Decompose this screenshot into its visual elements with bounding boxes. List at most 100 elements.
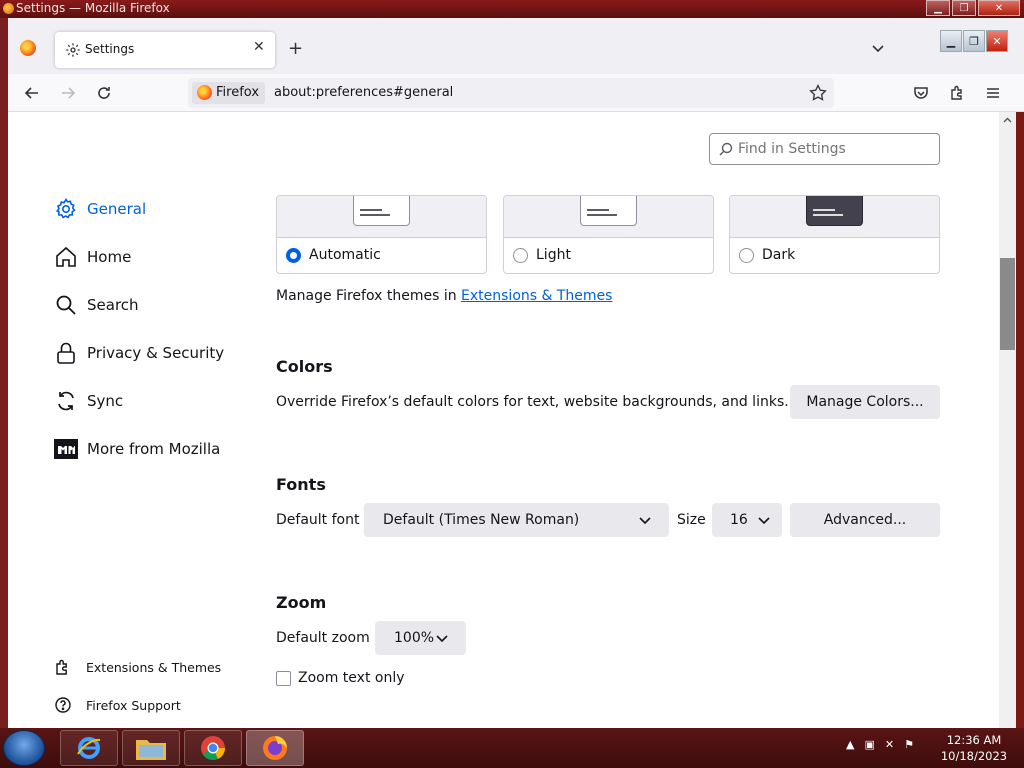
tab-strip: Settings ✕ + ▁ ❐ ✕ [8,18,1024,74]
reload-button[interactable] [93,82,115,104]
sidebar-footer-label: Extensions & Themes [86,659,222,675]
forward-button[interactable] [57,82,79,104]
theme-preview [277,196,486,238]
firefox-icon[interactable] [246,730,304,766]
manage-colors-button[interactable]: Manage Colors... [790,385,940,419]
checkbox-box[interactable] [276,670,291,686]
fonts-advanced-button[interactable]: Advanced... [790,503,940,537]
manage-themes-text: Manage Firefox themes in Extensions & Th… [276,288,612,304]
theme-label: Dark [762,247,796,263]
default-font-label: Default font [276,512,360,528]
chevron-down-icon[interactable] [870,40,886,56]
sidebar-item-sync[interactable]: Sync [54,386,123,416]
default-zoom-select[interactable]: 100% [375,621,466,655]
extensions-themes-link[interactable]: Extensions & Themes [461,288,612,304]
theme-card-dark[interactable]: Dark [729,195,940,274]
page-scrollbar[interactable] [999,112,1016,728]
sidebar-item-label: Search [87,296,139,314]
default-zoom-value: 100% [394,630,435,646]
file-explorer-icon[interactable] [122,730,180,766]
internet-explorer-glyph [77,737,101,759]
chrome-icon[interactable] [184,730,242,766]
window-minimize-button[interactable]: ▁ [926,0,950,16]
lock-icon [57,342,75,364]
identity-box[interactable]: Firefox [192,82,266,104]
restore-button[interactable]: ❐ [963,30,985,52]
volume-muted-icon[interactable]: ✕ [885,738,894,751]
tray-expand-icon[interactable]: ▲ [846,738,854,751]
minimize-button[interactable]: ▁ [940,30,962,52]
start-button[interactable] [3,730,45,766]
browser-chrome: Settings ✕ + ▁ ❐ ✕ Firefox about:prefere… [8,18,1024,112]
action-center-icon[interactable]: ⚑ [904,738,914,751]
window-restore-button[interactable]: ❐ [952,0,976,16]
sidebar-item-general[interactable]: General [54,194,146,224]
extensions-button[interactable] [946,82,968,104]
sidebar-item-more-from-mozilla[interactable]: More from Mozilla [54,434,220,464]
url-text[interactable]: about:preferences#general [274,85,453,100]
default-font-select[interactable]: Default (Times New Roman) [364,503,669,537]
theme-label: Automatic [309,247,381,263]
identity-label: Firefox [216,85,260,100]
back-button[interactable] [21,82,43,104]
scrollbar-thumb[interactable] [1000,258,1015,350]
new-tab-button[interactable]: + [288,38,308,60]
tab-title: Settings [85,42,135,56]
sidebar-item-home[interactable]: Home [54,242,131,272]
firefox-logo-icon [3,3,14,14]
theme-card-automatic[interactable]: Automatic [276,195,487,274]
theme-card-light[interactable]: Light [503,195,714,274]
sidebar-item-label: Sync [87,392,124,410]
window-title: Settings — Mozilla Firefox [16,1,170,15]
home-icon [56,246,76,267]
tab-settings[interactable]: Settings ✕ [55,32,275,68]
find-in-settings-input[interactable] [736,139,932,159]
mozilla-icon [54,439,78,459]
zoom-text-only-checkbox[interactable]: Zoom text only [276,670,405,686]
system-tray: ▲ ▣ ✕ ⚑ [846,738,914,751]
sidebar-item-search[interactable]: Search [54,290,139,320]
theme-thumbnail [580,196,637,226]
pocket-button[interactable] [910,82,932,104]
sidebar-footer-label: Firefox Support [86,697,181,713]
search-icon [56,295,76,315]
radio-light[interactable] [513,247,528,263]
default-font-value: Default (Times New Roman) [383,512,580,528]
font-size-label: Size [677,512,706,528]
clock[interactable]: 12:36 AM 10/18/2023 [936,732,1012,764]
sidebar-extensions-themes-link[interactable]: Extensions & Themes [54,658,221,676]
network-icon[interactable]: ▣ [864,738,874,751]
radio-dark[interactable] [739,247,754,263]
sidebar-firefox-support-link[interactable]: Firefox Support [54,696,181,714]
gear-icon [66,43,80,57]
gear-icon [55,197,76,219]
settings-page: General Home Search Privacy & Security S… [8,112,999,728]
close-button[interactable]: ✕ [986,30,1008,52]
firefox-view-icon[interactable] [20,40,36,56]
navigation-toolbar: Firefox about:preferences#general [8,74,1024,112]
url-bar[interactable]: Firefox about:preferences#general [188,78,834,108]
theme-label: Light [536,247,571,263]
radio-automatic[interactable] [286,247,301,263]
clock-date: 10/18/2023 [940,749,1008,763]
chrome-glyph [201,736,225,760]
internet-explorer-icon[interactable] [60,730,118,766]
fonts-heading: Fonts [276,475,326,494]
chevron-down-icon [639,517,651,525]
clock-time: 12:36 AM [946,733,1002,747]
app-menu-button[interactable] [982,82,1004,104]
arrow-right-icon [62,87,76,99]
colors-description: Override Firefox’s default colors for te… [276,394,789,410]
tab-close-icon[interactable]: ✕ [253,39,271,59]
zoom-heading: Zoom [276,593,327,612]
taskbar: ▲ ▣ ✕ ⚑ 12:36 AM 10/18/2023 [0,728,1024,768]
scroll-up-arrow-icon[interactable] [1003,116,1012,125]
bookmark-star-icon[interactable] [808,83,828,103]
chevron-down-icon [436,635,448,643]
find-in-settings[interactable] [709,133,940,165]
sidebar-item-privacy-security[interactable]: Privacy & Security [54,338,224,368]
font-size-select[interactable]: 16 [712,503,782,537]
firefox-icon [197,85,212,100]
theme-thumbnail [353,196,410,226]
window-close-button[interactable]: ✕ [978,0,1020,16]
